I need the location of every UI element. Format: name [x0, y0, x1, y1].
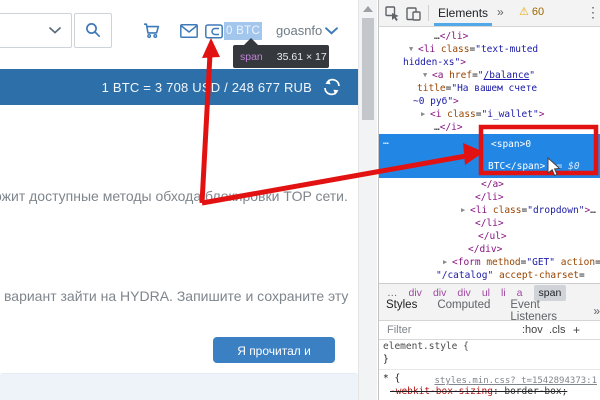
confirm-button[interactable]: Я прочитал и сохранил!: [213, 337, 335, 363]
breadcrumb-item[interactable]: li: [501, 287, 506, 299]
scroll-up-arrow-icon[interactable]: [363, 6, 373, 12]
overridden-css-property[interactable]: -webkit-box-sizing: border-box;: [379, 385, 600, 398]
rule-divider: [379, 369, 600, 370]
chevron-down-icon: [49, 27, 61, 34]
dom-tree-line[interactable]: ▼<li class="text-muted: [379, 43, 600, 56]
search-button[interactable]: [74, 13, 112, 48]
toolbar-divider: [428, 5, 429, 21]
chevron-down-icon[interactable]: [325, 27, 338, 35]
styles-tab-styles[interactable]: Styles: [386, 299, 417, 323]
styles-filter-row: :hov .cls +: [379, 321, 600, 340]
dom-tree-line[interactable]: ▶<i class="i_wallet">: [379, 108, 600, 121]
dom-tree-line[interactable]: </li>: [379, 191, 600, 204]
styles-tab-bar: Styles Computed Event Listeners »: [379, 302, 600, 321]
new-style-rule-button[interactable]: +: [573, 323, 580, 337]
css-property-value: : border-box;: [493, 386, 567, 397]
dom-tree-line[interactable]: title="На вашем счете: [379, 82, 600, 95]
wallet-icon[interactable]: [205, 24, 223, 39]
dom-tree-line[interactable]: BTC</span> == $0: [379, 156, 600, 178]
btc-rate-bar: 1 BTC = 3 708 USD / 248 677 RUB: [0, 69, 358, 105]
scrollbar-thumb[interactable]: [362, 18, 374, 120]
breadcrumb-item[interactable]: a: [517, 287, 523, 299]
inspect-element-icon[interactable]: [385, 6, 401, 22]
device-toolbar-icon[interactable]: [406, 6, 422, 22]
page-paragraph: ожит доступные методы обхода блокировки …: [0, 188, 348, 204]
element-style-close: }: [379, 353, 600, 366]
cart-icon[interactable]: [143, 22, 161, 39]
webpage-panel: 0 BTC goasnfo span 35.61 × 17 1 BTC = 3 …: [0, 0, 358, 400]
dom-tree-line[interactable]: …</i>: [379, 121, 600, 134]
dom-tree-line[interactable]: ~0 руб">: [379, 95, 600, 108]
breadcrumb-item[interactable]: div: [409, 287, 422, 299]
styles-filter-input[interactable]: [385, 323, 499, 337]
tab-elements[interactable]: Elements: [438, 6, 488, 20]
breadcrumb-item[interactable]: ul: [482, 287, 490, 299]
mail-icon[interactable]: [180, 24, 198, 38]
dom-tree-line[interactable]: </ul>: [379, 230, 600, 243]
tooltip-dimensions: 35.61 × 17: [270, 51, 334, 63]
tooltip-tag-name: span: [233, 51, 270, 63]
refresh-icon[interactable]: [322, 78, 342, 96]
btc-rate-text: 1 BTC = 3 708 USD / 248 677 RUB: [102, 80, 312, 95]
breadcrumb-item[interactable]: div: [457, 287, 470, 299]
warning-icon: ⚠: [519, 6, 529, 18]
page-scrollbar[interactable]: [358, 0, 377, 400]
dom-tree-line[interactable]: "/catalog" accept-charset=: [379, 269, 600, 282]
stylesheet-link[interactable]: styles.min.css?_t=1542894373:1: [434, 376, 597, 386]
dom-tree-line[interactable]: hidden-xs">: [379, 56, 600, 69]
dom-tree: …</li>▼<li class="text-mutedhidden-xs">▼…: [379, 28, 600, 283]
inspect-tooltip: span 35.61 × 17: [233, 45, 329, 68]
styles-tab-computed[interactable]: Computed: [437, 299, 490, 323]
styles-rules: element.style { } * { -webkit-box-sizing…: [379, 340, 600, 400]
warning-badge[interactable]: ⚠60: [519, 5, 544, 18]
dom-tree-line[interactable]: <span>0: [379, 134, 600, 156]
styles-tabs-overflow-chevron[interactable]: »: [593, 304, 600, 318]
info-panel-edge: [0, 373, 358, 400]
kebab-menu-icon[interactable]: ⋮: [586, 4, 600, 21]
screen: 0 BTC goasnfo span 35.61 × 17 1 BTC = 3 …: [0, 0, 600, 400]
tooltip-caret-icon: [244, 38, 258, 45]
user-menu[interactable]: goasnfo: [276, 23, 322, 38]
warning-count: 60: [532, 6, 544, 18]
devtools-panel: Elements » ⚠60 ⋮ …</li>▼<li class="text-…: [378, 0, 600, 400]
class-toggle[interactable]: .cls: [549, 324, 566, 336]
styles-tab-event-listeners[interactable]: Event Listeners: [510, 299, 559, 323]
page-paragraph: вариант зайти на HYDRA. Запишите и сохра…: [4, 288, 348, 304]
breadcrumb-item[interactable]: …: [387, 287, 398, 299]
styles-tabs: Styles Computed Event Listeners: [386, 299, 559, 323]
dom-tree-line[interactable]: </div>: [379, 243, 600, 256]
dom-tree-line[interactable]: </li>: [379, 217, 600, 230]
dom-tree-line[interactable]: ▶<form method="GET" action=: [379, 256, 600, 269]
breadcrumb-item[interactable]: div: [433, 287, 446, 299]
dom-tree-line[interactable]: </a>: [379, 178, 600, 191]
element-style-rule[interactable]: element.style {: [379, 340, 600, 353]
search-icon: [85, 22, 101, 38]
dom-tree-line[interactable]: ▶<li class="dropdown">…: [379, 204, 600, 217]
selected-row-ellipsis: …: [383, 136, 389, 147]
category-select[interactable]: [0, 13, 72, 48]
dom-tree-line[interactable]: ▼<a href="/balance": [379, 69, 600, 82]
devtools-toolbar: Elements » ⚠60 ⋮: [379, 0, 600, 27]
pseudo-state-toggle[interactable]: :hov: [522, 324, 543, 336]
css-property-name: -webkit-box-sizing: [390, 386, 493, 397]
dom-tree-line[interactable]: …</li>: [379, 30, 600, 43]
tabs-overflow-chevron[interactable]: »: [497, 5, 504, 19]
